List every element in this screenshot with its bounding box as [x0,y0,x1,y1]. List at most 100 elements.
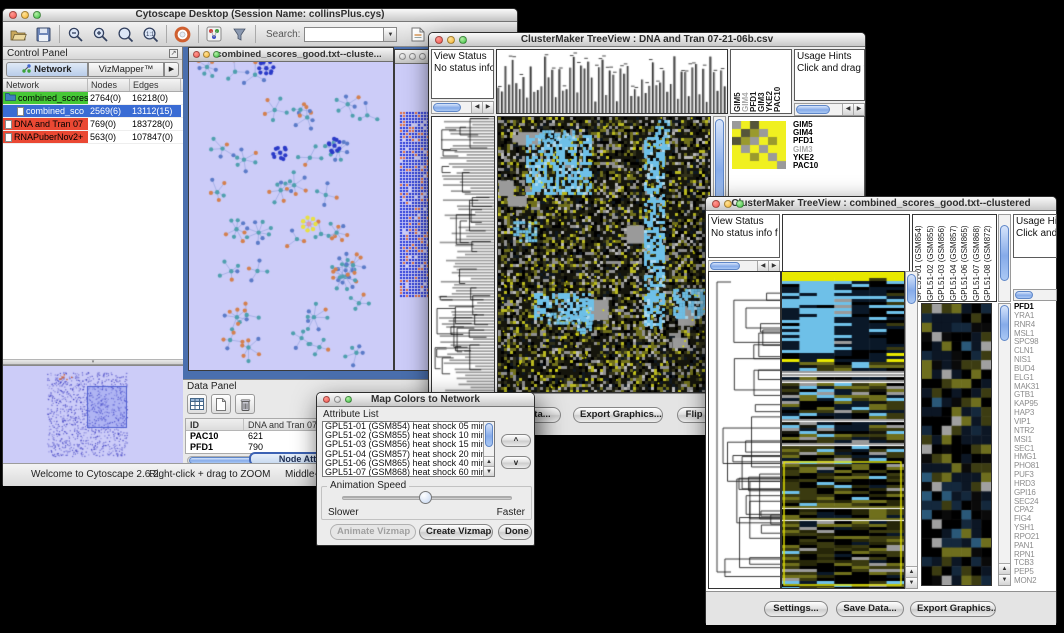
scroll-right-icon[interactable]: ▶ [853,104,864,115]
vscrollbar[interactable]: ▲ ▼ [998,303,1011,586]
dialog-titlebar[interactable]: Map Colors to Network [317,393,534,407]
zoom-window-icon[interactable] [459,36,467,44]
network-row-dna-and-tran-07[interactable]: DNA and Tran 07769(0)183728(0) [3,118,183,131]
minimize-icon[interactable] [724,200,732,208]
close-icon[interactable] [9,11,17,19]
zoom-window-icon[interactable] [736,200,744,208]
gene-label: MSI1 [1014,436,1058,445]
export-graphics-button[interactable]: Export Graphics... [910,601,996,617]
tab-network[interactable]: Network [6,62,88,77]
vscrollbar[interactable] [998,214,1011,302]
hscrollbar[interactable] [1013,289,1057,301]
search-input[interactable] [304,27,384,42]
network-row-combined-scores[interactable]: combined_scores2764(0)16218(0) [3,92,183,105]
zoom-out-icon[interactable] [65,24,85,44]
save-data-button[interactable]: Save Data... [836,601,904,617]
search-dropdown-icon[interactable]: ▼ [384,27,397,42]
attribute-item[interactable]: GPL51-02 (GSM855) heat shock 10 min [323,431,483,440]
close-icon[interactable] [712,200,720,208]
help-icon[interactable] [172,24,192,44]
row-dendrogram-panel[interactable] [431,116,495,393]
attribute-item[interactable]: GPL51-06 (GSM865) heat shock 40 min [323,459,483,468]
network-overview-panel[interactable] [3,365,183,463]
new-attribute-icon[interactable] [211,394,231,414]
attribute-item[interactable]: GPL51-03 (GSM856) heat shock 15 min [323,440,483,449]
animate-vizmap-button[interactable]: Animate Vizmap [330,524,416,540]
treeview1-titlebar[interactable]: ClusterMaker TreeView : DNA and Tran 07-… [429,33,865,47]
attribute-item[interactable]: GPL51-07 (GSM868) heat shock 60 min [323,468,483,477]
row-dendrogram[interactable] [432,117,494,392]
save-icon[interactable] [33,24,53,44]
scroll-down-icon[interactable]: ▼ [484,466,494,476]
birdseye-view[interactable] [3,366,181,462]
vizmapper-icon[interactable] [204,24,224,44]
close-icon[interactable] [323,396,330,403]
close-icon[interactable] [435,36,443,44]
zoom-actual-icon[interactable]: 1:1 [140,24,160,44]
annotation-icon[interactable] [408,24,428,44]
network-name: RNAPuberNov2+ [14,131,83,143]
column-dendrogram-panel[interactable] [496,49,728,114]
scroll-up-icon[interactable]: ▲ [484,456,494,466]
scroll-down-icon[interactable]: ▼ [906,577,917,588]
close-icon[interactable] [193,51,200,58]
minimize-icon[interactable] [447,36,455,44]
done-button[interactable]: Done [498,524,532,540]
open-folder-icon[interactable] [8,24,28,44]
scroll-up-icon[interactable]: ▲ [906,566,917,577]
close-icon[interactable] [399,53,406,60]
zoom-window-icon[interactable] [345,396,352,403]
zoom-matrix[interactable] [732,121,786,169]
column-tree-panel[interactable] [782,214,910,272]
scroll-down-icon[interactable]: ▼ [999,574,1010,585]
zoom-window-icon[interactable] [33,11,41,19]
tab-vizmapper[interactable]: VizMapper™ [88,62,164,77]
vscrollbar[interactable]: ▲ ▼ [483,422,494,476]
minimize-icon[interactable] [21,11,29,19]
network-view[interactable] [189,62,393,370]
column-dendrogram[interactable] [497,50,727,113]
hscrollbar[interactable]: ◀ ▶ [794,103,865,116]
scroll-left-icon[interactable]: ◀ [471,102,482,113]
treeview2-titlebar[interactable]: ClusterMaker TreeView : combined_scores_… [706,197,1056,211]
attribute-item[interactable]: GPL51-04 (GSM857) heat shock 20 min [323,450,483,459]
row-dendrogram[interactable] [709,272,780,588]
minimize-icon[interactable] [203,51,210,58]
attribute-list[interactable]: GPL51-01 (GSM854) heat shock 05 minGPL51… [322,421,495,477]
edge-count: 107847(0) [130,131,181,143]
cluster-heatmap[interactable] [782,272,904,588]
export-graphics-button[interactable]: Export Graphics... [573,407,663,423]
move-up-button[interactable]: ^ [501,434,531,447]
network-row-combined-sco[interactable]: combined_sco2569(6)13112(15) [3,105,183,118]
delete-attribute-icon[interactable] [235,394,255,414]
filter-icon[interactable] [229,24,249,44]
speed-slider-thumb[interactable] [419,491,432,504]
attribute-item[interactable]: GPL51-01 (GSM854) heat shock 05 min [323,422,483,431]
zoom-window-icon[interactable] [213,51,220,58]
zoom-window-icon[interactable] [419,53,426,60]
vscrollbar[interactable]: ▲ ▼ [905,271,918,589]
main-titlebar[interactable]: Cytoscape Desktop (Session Name: collins… [3,9,517,22]
minimize-icon[interactable] [409,53,416,60]
zoom-heatmap-panel[interactable] [921,303,992,586]
minimize-icon[interactable] [334,396,341,403]
heatmap-panel[interactable] [781,271,905,589]
network-row-rnapubernov2[interactable]: RNAPuberNov2+563(0)107847(0) [3,131,183,144]
zoom-heatmap[interactable] [922,304,991,585]
settings-button[interactable]: Settings... [764,601,828,617]
create-vizmap-button[interactable]: Create Vizmap [419,524,493,540]
cluster-heatmap[interactable] [498,117,710,392]
zoom-selected-icon[interactable] [115,24,135,44]
scroll-left-icon[interactable]: ◀ [842,104,853,115]
row-dendrogram-panel[interactable] [708,271,781,589]
hscrollbar[interactable]: ◀ ▶ [431,101,494,114]
network-frame-1[interactable]: combined_scores_good.txt--cluste... [188,47,394,371]
float-panel-icon[interactable]: ↗ [169,49,178,58]
move-down-button[interactable]: v [501,456,531,469]
tab-overflow-icon[interactable]: ▶ [164,62,179,77]
zoom-in-icon[interactable] [90,24,110,44]
attribute-table-icon[interactable] [187,394,207,414]
scroll-up-icon[interactable]: ▲ [999,563,1010,574]
scroll-right-icon[interactable]: ▶ [482,102,493,113]
heatmap-panel[interactable] [497,116,711,393]
